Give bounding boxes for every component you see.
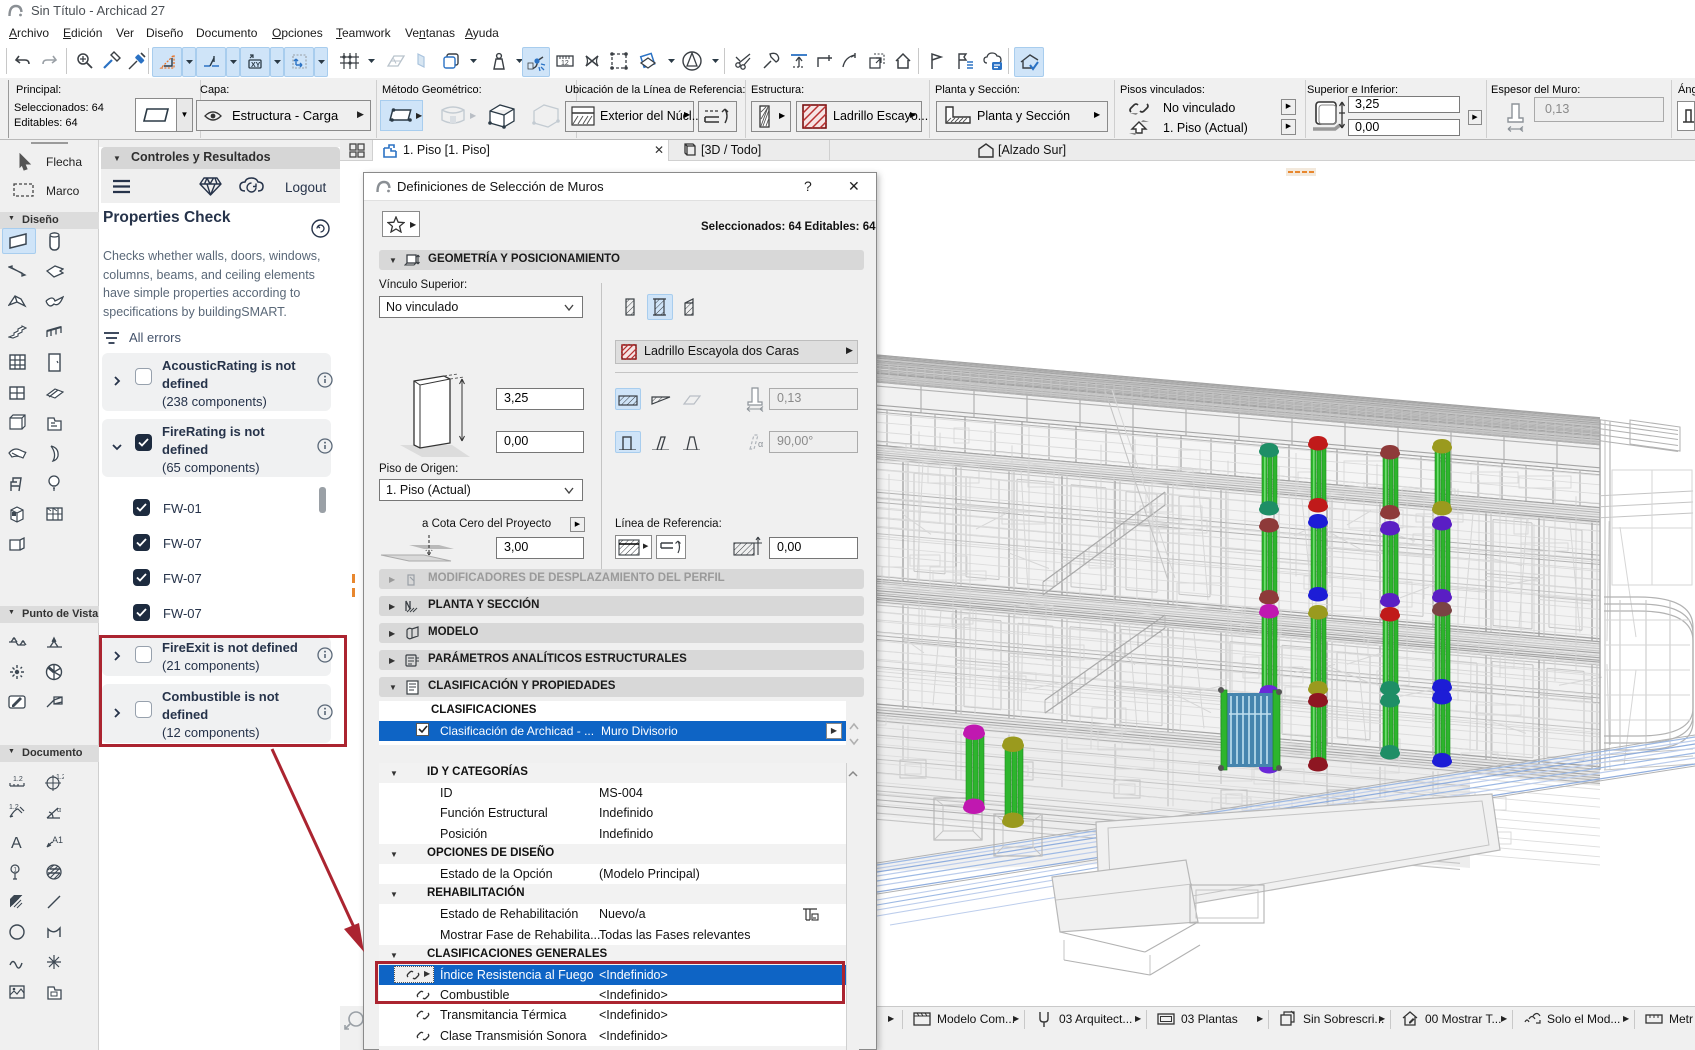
svg-text:A: A (11, 835, 22, 852)
svg-text:α: α (57, 807, 61, 814)
svg-text:α: α (758, 439, 763, 449)
svg-text:12: 12 (561, 60, 569, 67)
svg-text:A1: A1 (52, 835, 63, 845)
svg-text:XY: XY (251, 62, 261, 69)
svg-text:1.2: 1.2 (13, 776, 23, 783)
svg-text:1.2: 1.2 (9, 804, 19, 811)
svg-text:1.2: 1.2 (56, 774, 64, 781)
